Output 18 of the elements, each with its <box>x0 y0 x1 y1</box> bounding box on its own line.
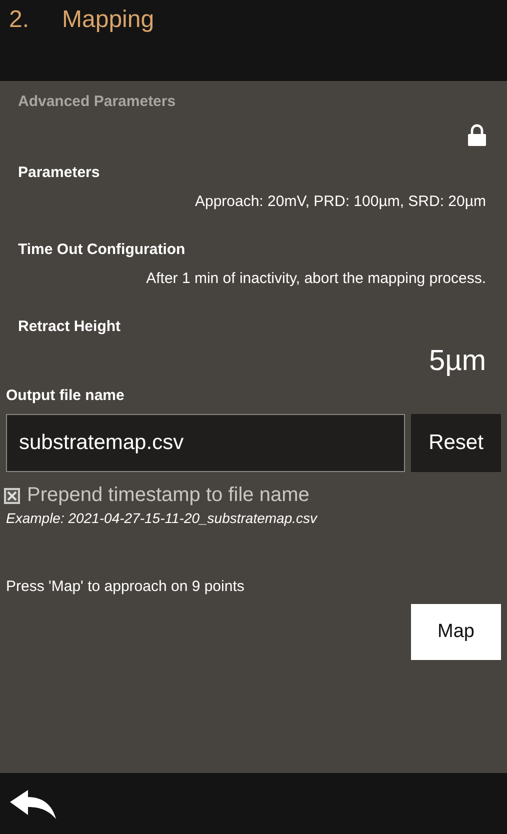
field-label: Output file name <box>6 387 126 404</box>
back-icon[interactable] <box>9 788 57 820</box>
file-name-field[interactable]: substratemap.csv <box>6 414 405 472</box>
step-number: 2. <box>9 6 30 34</box>
hint-text: Press 'Map' to approach on 9 points <box>6 578 246 595</box>
checkbox[interactable] <box>4 488 20 504</box>
example-text: Example: 2021-04-27-15-11-20_substratemap.csv <box>6 510 318 526</box>
map-button[interactable]: Map <box>411 604 501 660</box>
parameter-label: Retract Height <box>18 318 122 335</box>
checkbox-label: Prepend timestamp to file name <box>27 484 310 507</box>
parameter-label: Parameters <box>18 164 101 181</box>
parameter-value: After 1 min of inactivity, abort the mapping process. <box>145 270 486 289</box>
page-title: Mapping <box>62 6 154 34</box>
parameter-value: 5µm <box>428 345 486 379</box>
parameter-value: Approach: 20mV, PRD: 100µm, SRD: 20µm <box>194 193 486 212</box>
reset-button[interactable]: Reset <box>411 414 501 472</box>
section-title: Advanced Parameters <box>17 93 177 110</box>
parameter-label: Time Out Configuration <box>18 241 186 258</box>
